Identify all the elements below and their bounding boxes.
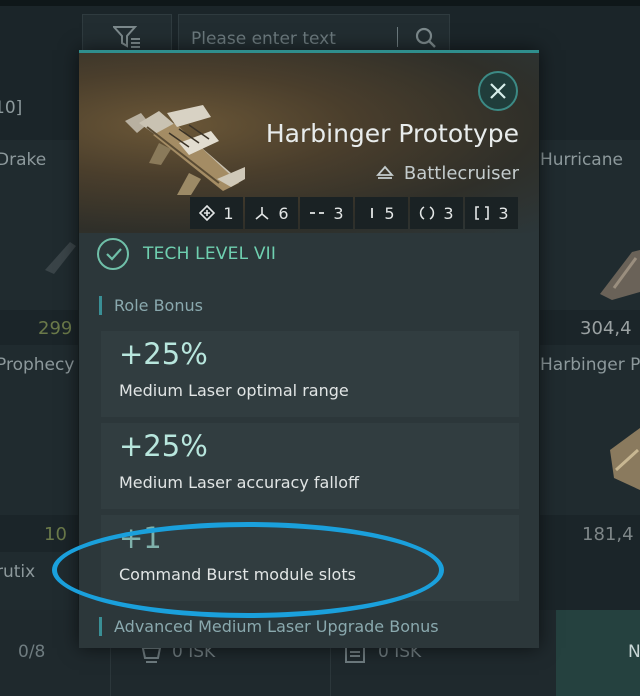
close-icon: [490, 83, 506, 99]
slot-turret: 6: [245, 197, 298, 229]
slot-drone: 1: [190, 197, 243, 229]
bonus-value: +25%: [119, 429, 208, 463]
bonus-description: Medium Laser accuracy falloff: [119, 473, 360, 492]
slot-value: 3: [443, 203, 454, 223]
ship-header: Harbinger Prototype Battlecruiser 1 6 3 …: [79, 53, 539, 233]
ship-price: 304,4: [580, 318, 632, 339]
slot-high: 3: [300, 197, 353, 229]
drone-icon: [199, 205, 216, 221]
ship-card-name: rutix: [0, 562, 36, 582]
ship-thumbnail: [45, 242, 76, 274]
ship-price: 10: [44, 524, 67, 545]
tech-level-badge: [97, 238, 129, 270]
fitting-count: 0/8: [18, 642, 46, 662]
circle-slot-icon: [420, 206, 435, 220]
close-button[interactable]: [478, 71, 518, 111]
ship-card-name: Drake: [0, 150, 47, 170]
top-bar: [0, 0, 640, 6]
bonus-value: +25%: [119, 337, 208, 371]
filter-icon: [113, 26, 140, 48]
slot-value: 3: [333, 203, 344, 223]
bonus-item: +25% Medium Laser optimal range: [101, 331, 519, 417]
dash-icon: [310, 212, 325, 214]
ship-image: [125, 105, 245, 195]
bonus-item: +25% Medium Laser accuracy falloff: [101, 423, 519, 509]
slot-value: 3: [498, 203, 509, 223]
bracket-slot-icon: [475, 206, 490, 220]
range-label: 10]: [0, 98, 23, 118]
ship-card-name: Harbinger Pr: [540, 355, 640, 375]
role-bonus-title: Role Bonus: [114, 296, 203, 315]
tech-level-row: TECH LEVEL VII: [97, 237, 276, 271]
search-separator: [397, 27, 398, 47]
next-button-label: N: [628, 642, 640, 662]
slot-mid: 5: [355, 197, 408, 229]
slot-low: 3: [410, 197, 463, 229]
ship-price: 181,4: [582, 524, 634, 545]
next-button[interactable]: N: [556, 610, 640, 696]
slot-value: 5: [384, 203, 395, 223]
slot-value: 1: [223, 203, 234, 223]
upgrade-bonus-title: Advanced Medium Laser Upgrade Bonus: [114, 617, 439, 636]
section-marker: [99, 296, 102, 315]
ship-class-label: Battlecruiser: [403, 163, 519, 184]
turret-icon: [255, 207, 269, 220]
role-bonus-heading: Role Bonus: [99, 296, 203, 315]
upgrade-bonus-heading: Advanced Medium Laser Upgrade Bonus: [99, 617, 439, 636]
bar-icon: [371, 208, 374, 218]
ship-name: Harbinger Prototype: [265, 119, 519, 148]
bonus-description: Medium Laser optimal range: [119, 381, 349, 400]
ship-class-row: Battlecruiser: [375, 163, 519, 184]
check-icon: [106, 248, 122, 261]
section-marker: [99, 617, 102, 636]
highlight-ring: [52, 522, 444, 618]
ship-thumbnail: [600, 250, 640, 300]
tech-level-label: TECH LEVEL VII: [143, 244, 277, 264]
slot-rig: 3: [465, 197, 518, 229]
ship-card-name: Prophecy: [0, 355, 75, 375]
slot-value: 6: [278, 203, 289, 223]
search-icon[interactable]: [415, 27, 437, 49]
ship-class-icon: [375, 165, 394, 179]
ship-price: 299: [38, 318, 73, 339]
ship-card-name: Hurricane: [540, 150, 623, 170]
search-placeholder: Please enter text: [191, 29, 336, 49]
ship-thumbnail: [610, 428, 640, 490]
